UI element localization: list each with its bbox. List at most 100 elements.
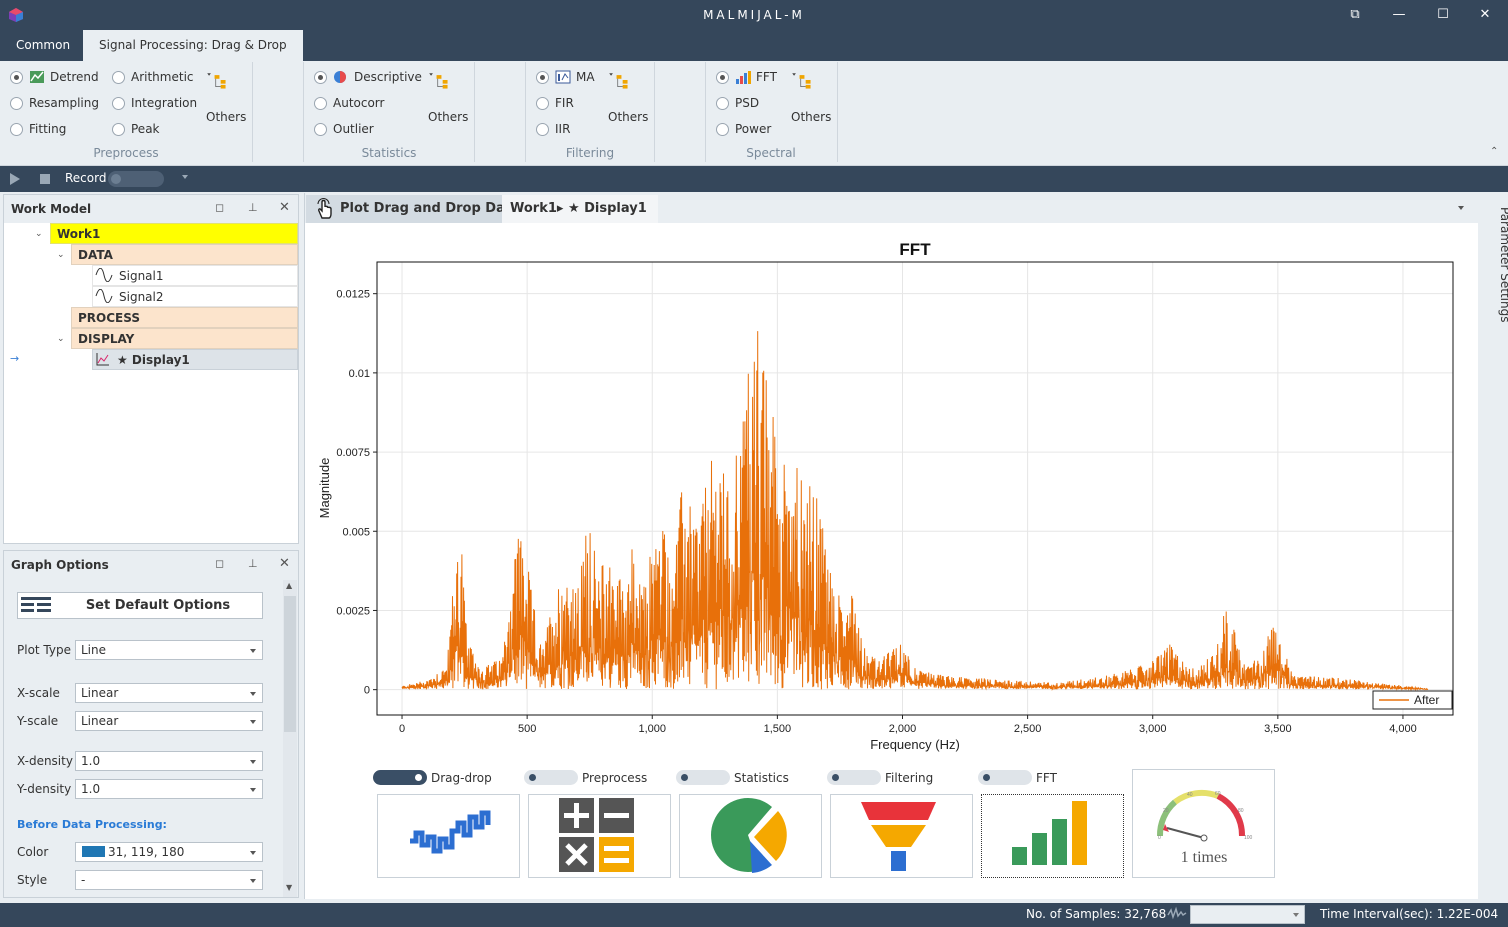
collapse-arrow-icon[interactable]: ⌄ (35, 229, 43, 239)
close-panel-icon[interactable]: ✕ (279, 200, 290, 215)
arithmetic-option[interactable]: Arithmetic (112, 67, 194, 87)
preprocess-tile[interactable] (528, 794, 671, 878)
fir-radio[interactable] (536, 96, 549, 110)
autocorr-option[interactable]: Autocorr (314, 93, 384, 113)
style-select[interactable]: - (75, 870, 263, 890)
ma-radio[interactable] (536, 70, 549, 84)
toggle-label: Statistics (734, 770, 789, 785)
set-default-options-button[interactable]: Set Default Options (17, 592, 263, 619)
filtering-tile[interactable] (830, 794, 973, 878)
tree-node-data[interactable]: DATA (71, 244, 298, 265)
statistics-tile[interactable] (679, 794, 822, 878)
peak-radio[interactable] (112, 122, 125, 136)
filtering-others-button[interactable]: Others (608, 68, 648, 128)
psd-option[interactable]: PSD (716, 93, 759, 113)
toggle-drag-drop[interactable]: Drag-drop (373, 770, 492, 785)
descriptive-radio[interactable] (314, 70, 327, 84)
tree-node-work1[interactable]: Work1 (50, 223, 298, 244)
iir-radio[interactable] (536, 122, 549, 136)
record-toggle[interactable] (108, 171, 164, 187)
descriptive-label: Descriptive (354, 70, 422, 84)
close-panel-icon[interactable]: ✕ (279, 556, 290, 571)
stop-icon[interactable] (39, 173, 51, 185)
tree-node-display1[interactable]: ★ Display1 (92, 349, 298, 370)
toggle-switch[interactable] (676, 770, 730, 785)
scroll-down-icon[interactable]: ▼ (286, 883, 292, 892)
spectral-others-button[interactable]: Others (791, 68, 831, 128)
arithmetic-label: Arithmetic (131, 70, 194, 84)
tree-node-process[interactable]: PROCESS (71, 307, 298, 328)
ma-option[interactable]: MA (536, 67, 595, 87)
resampling-option[interactable]: Resampling (10, 93, 99, 113)
tab-common[interactable]: Common (0, 30, 86, 61)
restore-window-icon[interactable]: ⧉ (1345, 6, 1365, 24)
tree-node-display[interactable]: DISPLAY (71, 328, 298, 349)
others-label: Others (791, 110, 832, 124)
fir-option[interactable]: FIR (536, 93, 574, 113)
iir-option[interactable]: IIR (536, 119, 570, 139)
autocorr-radio[interactable] (314, 96, 327, 110)
close-button[interactable]: ✕ (1475, 6, 1495, 24)
toggle-statistics[interactable]: Statistics (676, 770, 789, 785)
detrend-radio[interactable] (10, 70, 23, 84)
integration-radio[interactable] (112, 96, 125, 110)
x-tick-label: 500 (518, 723, 536, 735)
tab-signal-processing[interactable]: Signal Processing: Drag & Drop (83, 30, 303, 61)
y-scale-select[interactable]: Linear (75, 711, 263, 731)
collapse-arrow-icon[interactable]: ⌄ (57, 250, 65, 260)
pin-icon[interactable]: ⊥ (248, 201, 258, 214)
minimize-button[interactable]: — (1389, 6, 1409, 24)
scrollbar[interactable]: ▲ ▼ (283, 580, 297, 897)
toggle-switch[interactable] (373, 770, 427, 785)
maximize-button[interactable]: ☐ (1433, 6, 1453, 24)
chevron-down-icon[interactable] (1293, 913, 1299, 917)
statistics-others-button[interactable]: Others (428, 68, 468, 128)
resampling-radio[interactable] (10, 96, 23, 110)
collapse-ribbon-icon[interactable]: ⌃ (1490, 146, 1498, 157)
descriptive-option[interactable]: Descriptive (314, 67, 422, 87)
parameter-settings-tab[interactable]: Parameter Settings (1498, 207, 1508, 322)
toggle-filtering[interactable]: Filtering (827, 770, 933, 785)
preprocess-others-button[interactable]: Others (206, 68, 246, 128)
play-icon[interactable] (9, 172, 21, 186)
fitting-option[interactable]: Fitting (10, 119, 66, 139)
psd-radio[interactable] (716, 96, 729, 110)
integration-option[interactable]: Integration (112, 93, 197, 113)
outlier-option[interactable]: Outlier (314, 119, 374, 139)
float-panel-icon[interactable]: ◻ (215, 201, 224, 214)
others-dropdown-icon (609, 73, 628, 89)
detrend-option[interactable]: Detrend (10, 67, 99, 87)
status-dropdown[interactable] (1190, 905, 1305, 924)
record-dropdown-icon[interactable] (182, 175, 188, 179)
fft-tile[interactable] (981, 794, 1124, 878)
toggle-switch[interactable] (978, 770, 1032, 785)
fft-chart[interactable]: FFT 0 500 1,000 1,500 2,000 2,500 3,000 3,500 4,… (305, 230, 1478, 760)
outlier-radio[interactable] (314, 122, 327, 136)
pin-icon[interactable]: ⊥ (248, 557, 258, 570)
toggle-fft[interactable]: FFT (978, 770, 1057, 785)
tree-node-signal2[interactable]: Signal2 (92, 286, 298, 307)
tab-display1[interactable]: Work1▸ ★ Display1 (502, 195, 658, 223)
fft-option[interactable]: FFT (716, 67, 777, 87)
arithmetic-radio[interactable] (112, 70, 125, 84)
y-density-select[interactable]: 1.0 (75, 779, 263, 799)
float-panel-icon[interactable]: ◻ (215, 557, 224, 570)
drag-drop-tile[interactable] (377, 794, 520, 878)
tab-plot-drag-drop[interactable]: Plot Drag and Drop Data (306, 195, 528, 223)
x-density-select[interactable]: 1.0 (75, 751, 263, 771)
toggle-switch[interactable] (827, 770, 881, 785)
toggle-preprocess[interactable]: Preprocess (524, 770, 647, 785)
power-option[interactable]: Power (716, 119, 771, 139)
collapse-arrow-icon[interactable]: ⌄ (57, 334, 65, 344)
fft-radio[interactable] (716, 70, 729, 84)
scroll-up-icon[interactable]: ▲ (286, 581, 292, 590)
fitting-radio[interactable] (10, 122, 23, 136)
x-scale-select[interactable]: Linear (75, 683, 263, 703)
toggle-switch[interactable] (524, 770, 578, 785)
tree-node-signal1[interactable]: Signal1 (92, 265, 298, 286)
peak-option[interactable]: Peak (112, 119, 160, 139)
plot-type-select[interactable]: Line (75, 640, 263, 660)
power-radio[interactable] (716, 122, 729, 136)
scrollbar-thumb[interactable] (284, 596, 296, 732)
tab-list-dropdown-icon[interactable] (1458, 206, 1464, 210)
